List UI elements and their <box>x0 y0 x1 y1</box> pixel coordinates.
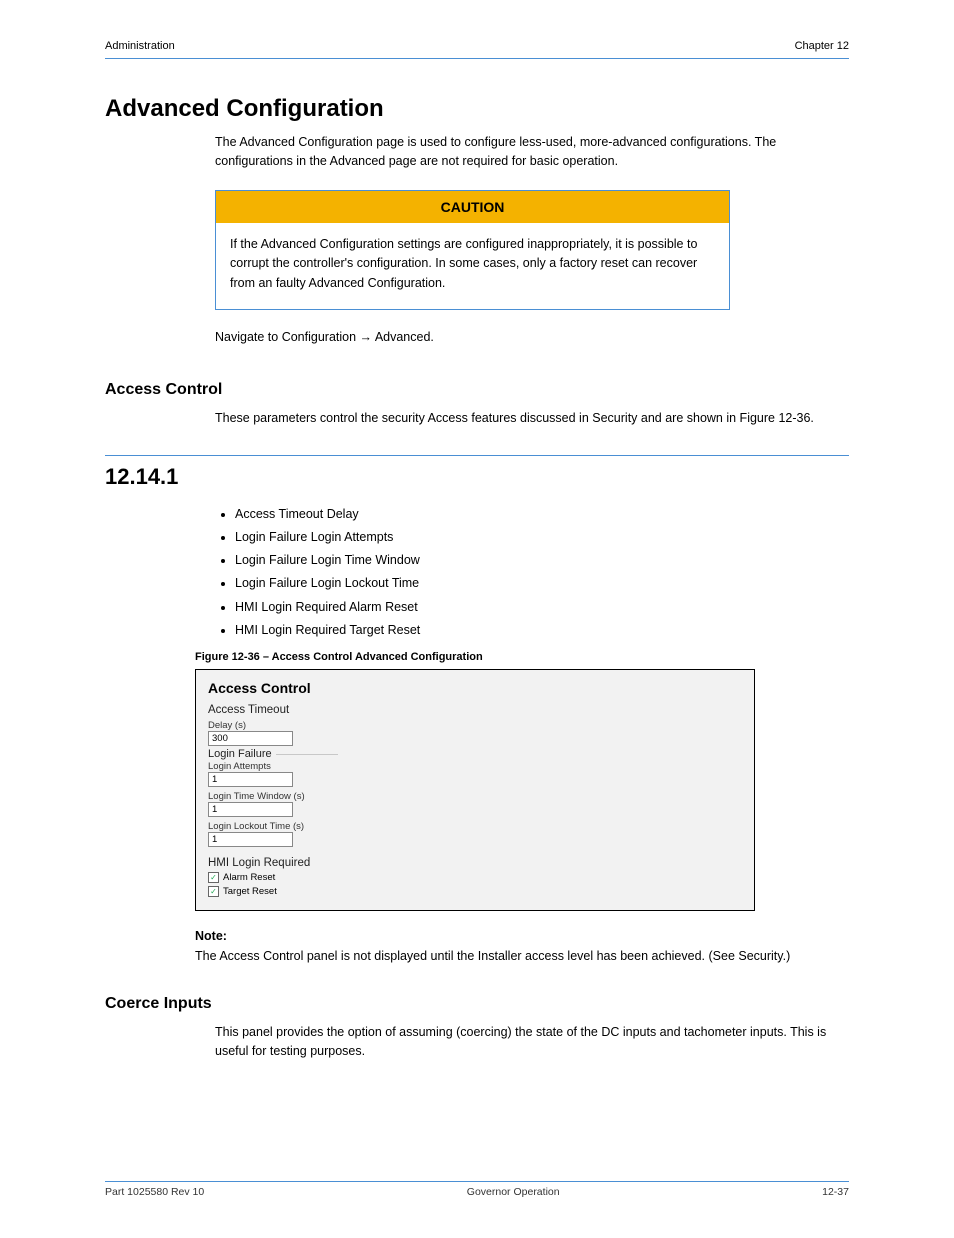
attempts-input[interactable] <box>208 772 293 787</box>
caution-body: If the Advanced Configuration settings a… <box>216 223 729 309</box>
access-control-panel: Access Control Access Timeout Delay (s) … <box>195 669 755 911</box>
figure-caption: Figure 12-36 – Access Control Advanced C… <box>195 651 849 663</box>
coerce-heading: Coerce Inputs <box>105 995 849 1013</box>
section-number: 12.14.1 <box>105 464 849 490</box>
coerce-desc: This panel provides the option of assumi… <box>215 1023 849 1062</box>
delay-input[interactable] <box>208 731 293 746</box>
attempts-label: Login Attempts <box>208 761 338 772</box>
target-reset-label: Target Reset <box>223 886 277 897</box>
window-input[interactable] <box>208 802 293 817</box>
lockout-label: Login Lockout Time (s) <box>208 821 338 832</box>
lockout-input[interactable] <box>208 832 293 847</box>
access-desc: These parameters control the security Ac… <box>215 409 849 428</box>
footer-rule <box>105 1181 849 1182</box>
alarm-reset-label: Alarm Reset <box>223 872 275 883</box>
header-rule <box>105 58 849 59</box>
header-right: Chapter 12 <box>795 40 849 52</box>
target-reset-checkbox[interactable]: ✓ <box>208 886 219 897</box>
list-item: HMI Login Required Target Reset <box>235 620 849 641</box>
section-rule <box>105 455 849 456</box>
list-item: HMI Login Required Alarm Reset <box>235 597 849 618</box>
hmi-sub: HMI Login Required <box>208 857 742 869</box>
alarm-reset-checkbox[interactable]: ✓ <box>208 872 219 883</box>
note-label: Note: <box>195 929 849 943</box>
list-item: Login Failure Login Lockout Time <box>235 573 849 594</box>
page-title: Advanced Configuration <box>105 95 849 123</box>
panel-title: Access Control <box>208 680 742 696</box>
intro-paragraph: The Advanced Configuration page is used … <box>215 133 849 172</box>
footer-left: Part 1025580 Rev 10 <box>105 1186 204 1198</box>
header-left: Administration <box>105 40 175 52</box>
caution-box: CAUTION If the Advanced Configuration se… <box>215 190 730 310</box>
list-item: Access Timeout Delay <box>235 504 849 525</box>
window-label: Login Time Window (s) <box>208 791 338 802</box>
access-heading: Access Control <box>105 381 849 399</box>
timeout-sub: Access Timeout <box>208 704 326 716</box>
note-body: The Access Control panel is not displaye… <box>195 947 849 966</box>
list-item: Login Failure Login Attempts <box>235 527 849 548</box>
failure-sub: Login Failure <box>208 748 276 760</box>
footer-center: Governor Operation <box>467 1186 560 1198</box>
caution-heading: CAUTION <box>216 191 729 223</box>
footer-right: 12-37 <box>822 1186 849 1198</box>
delay-label: Delay (s) <box>208 720 326 731</box>
access-bullet-list: Access Timeout Delay Login Failure Login… <box>235 504 849 642</box>
nav-instruction: Navigate to Configuration → Advanced. <box>215 328 849 347</box>
list-item: Login Failure Login Time Window <box>235 550 849 571</box>
